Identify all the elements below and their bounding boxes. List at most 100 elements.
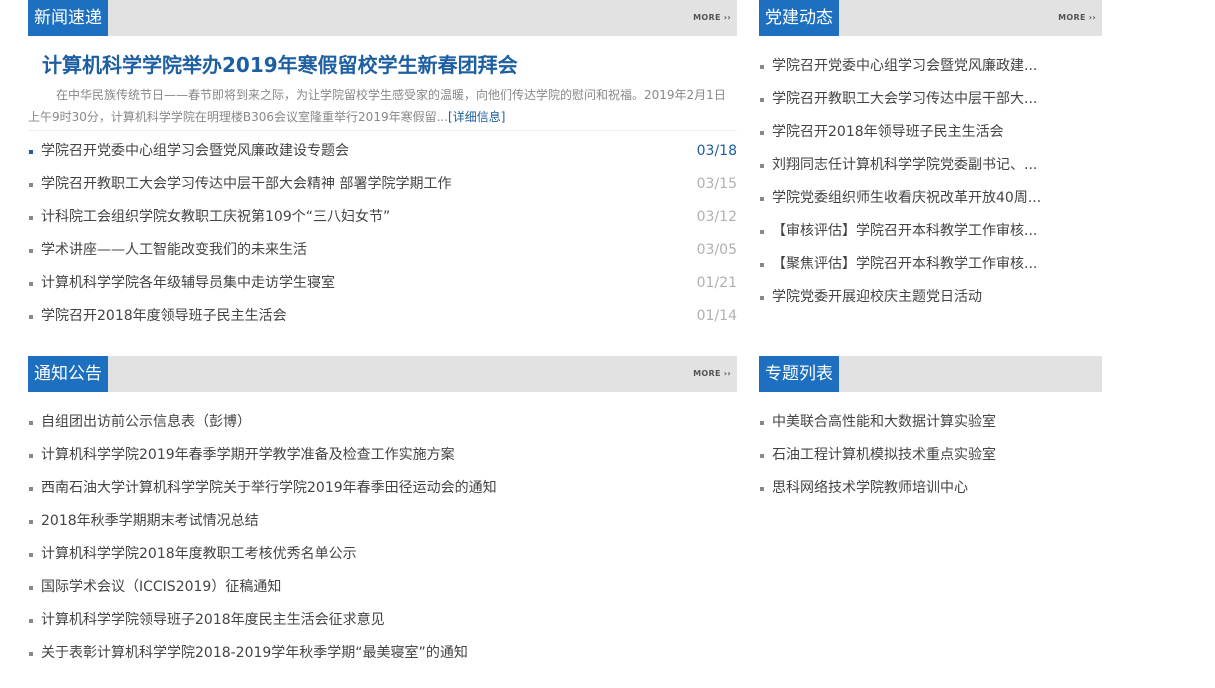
bullet-icon: [760, 263, 764, 267]
bullet-icon: [760, 131, 764, 135]
notice-more-link[interactable]: MORE ››: [693, 369, 731, 379]
list-item[interactable]: 刘翔同志任计算机科学学院党委副书记、...: [759, 149, 1102, 182]
news-panel-title[interactable]: 新闻速递: [28, 0, 108, 36]
list-item-date: 03/18: [696, 143, 737, 159]
bullet-icon: [760, 454, 764, 458]
list-item-title[interactable]: 学院召开党委中心组学习会暨党风廉政建设专题会: [41, 143, 349, 159]
news-list: 学院召开党委中心组学习会暨党风廉政建设专题会 03/18 学院召开教职工大会学习传…: [28, 135, 737, 333]
list-item-title[interactable]: 思科网络技术学院教师培训中心: [772, 480, 968, 496]
list-item[interactable]: 学院召开教职工大会学习传达中层干部大会精神 部署学院学期工作 03/15: [28, 168, 737, 201]
bullet-icon: [29, 553, 33, 557]
list-item[interactable]: 计算机科学学院领导班子2018年度民主生活会征求意见: [28, 604, 737, 637]
bullet-icon: [29, 315, 33, 319]
list-item[interactable]: 关于表彰计算机科学学院2018-2019学年秋季学期“最美寝室”的通知: [28, 637, 737, 670]
list-item-title[interactable]: 石油工程计算机模拟技术重点实验室: [772, 447, 996, 463]
bullet-icon: [29, 421, 33, 425]
bullet-icon: [29, 282, 33, 286]
bullet-icon: [760, 296, 764, 300]
topic-panel-header: 专题列表: [759, 356, 1102, 392]
list-item[interactable]: 计科院工会组织学院女教职工庆祝第109个“三八妇女节” 03/12: [28, 201, 737, 234]
list-item-date: 01/14: [696, 308, 737, 324]
list-item-title[interactable]: 学术讲座——人工智能改变我们的未来生活: [41, 242, 307, 258]
list-item-title[interactable]: 计算机科学学院领导班子2018年度民主生活会征求意见: [41, 612, 385, 628]
list-item[interactable]: 学院党委组织师生收看庆祝改革开放40周...: [759, 182, 1102, 215]
list-item-date: 03/12: [696, 209, 737, 225]
list-item[interactable]: 学院召开党委中心组学习会暨党风廉政建...: [759, 50, 1102, 83]
list-item-title[interactable]: 计科院工会组织学院女教职工庆祝第109个“三八妇女节”: [41, 209, 390, 225]
list-item[interactable]: 中美联合高性能和大数据计算实验室: [759, 406, 1102, 439]
notice-panel-title[interactable]: 通知公告: [28, 356, 108, 392]
party-more-link[interactable]: MORE ››: [1058, 13, 1096, 23]
list-item[interactable]: 学院召开党委中心组学习会暨党风廉政建设专题会 03/18: [28, 135, 737, 168]
list-item-title[interactable]: 学院党委组织师生收看庆祝改革开放40周...: [772, 190, 1041, 206]
news-summary: 在中华民族传统节日——春节即将到来之际，为让学院留校学生感受家的温暖，向他们传达…: [28, 84, 737, 131]
list-item[interactable]: 思科网络技术学院教师培训中心: [759, 472, 1102, 505]
list-item-title[interactable]: 国际学术会议（ICCIS2019）征稿通知: [41, 579, 281, 595]
topic-panel: 专题列表 中美联合高性能和大数据计算实验室 石油工程计算机模拟技术重点实验室 思…: [759, 356, 1102, 505]
list-item-title[interactable]: 学院召开2018年领导班子民主生活会: [772, 124, 1004, 140]
news-panel: 新闻速递 MORE ›› 计算机科学学院举办2019年寒假留校学生新春团拜会 在…: [28, 0, 737, 333]
bullet-icon: [29, 520, 33, 524]
bullet-icon: [29, 619, 33, 623]
bullet-icon: [29, 249, 33, 253]
list-item-title[interactable]: 学院党委开展迎校庆主题党日活动: [772, 289, 982, 305]
list-item-title[interactable]: 计算机科学学院2019年春季学期开学教学准备及检查工作实施方案: [41, 447, 455, 463]
list-item-title[interactable]: 2018年秋季学期期末考试情况总结: [41, 513, 259, 529]
list-item-date: 01/21: [696, 275, 737, 291]
list-item[interactable]: 【聚焦评估】学院召开本科教学工作审核...: [759, 248, 1102, 281]
news-headline-link[interactable]: 计算机科学学院举办2019年寒假留校学生新春团拜会: [42, 50, 737, 80]
notice-panel: 通知公告 MORE ›› 自组团出访前公示信息表（彭博） 计算机科学学院2019…: [28, 356, 737, 670]
list-item-title[interactable]: 学院召开党委中心组学习会暨党风廉政建...: [772, 58, 1037, 74]
bullet-icon: [29, 454, 33, 458]
list-item-title[interactable]: 【聚焦评估】学院召开本科教学工作审核...: [772, 256, 1037, 272]
list-item[interactable]: 学院党委开展迎校庆主题党日活动: [759, 281, 1102, 314]
list-item[interactable]: 计算机科学学院2018年度教职工考核优秀名单公示: [28, 538, 737, 571]
list-item-title[interactable]: 刘翔同志任计算机科学学院党委副书记、...: [772, 157, 1037, 173]
list-item[interactable]: 西南石油大学计算机科学学院关于举行学院2019年春季田径运动会的通知: [28, 472, 737, 505]
list-item-title[interactable]: 关于表彰计算机科学学院2018-2019学年秋季学期“最美寝室”的通知: [41, 645, 468, 661]
bullet-icon: [29, 150, 33, 154]
list-item-title[interactable]: 计算机科学学院2018年度教职工考核优秀名单公示: [41, 546, 357, 562]
news-panel-header: 新闻速递 MORE ››: [28, 0, 737, 36]
list-item-title[interactable]: 学院召开教职工大会学习传达中层干部大...: [772, 91, 1037, 107]
list-item-title[interactable]: 自组团出访前公示信息表（彭博）: [41, 414, 251, 430]
bullet-icon: [29, 183, 33, 187]
bullet-icon: [760, 197, 764, 201]
bullet-icon: [760, 65, 764, 69]
list-item[interactable]: 学院召开教职工大会学习传达中层干部大...: [759, 83, 1102, 116]
list-item[interactable]: 国际学术会议（ICCIS2019）征稿通知: [28, 571, 737, 604]
list-item[interactable]: 石油工程计算机模拟技术重点实验室: [759, 439, 1102, 472]
bullet-icon: [760, 487, 764, 491]
party-panel: 党建动态 MORE ›› 学院召开党委中心组学习会暨党风廉政建... 学院召开教…: [759, 0, 1102, 314]
party-list: 学院召开党委中心组学习会暨党风廉政建... 学院召开教职工大会学习传达中层干部大…: [759, 50, 1102, 314]
list-item-title[interactable]: 学院召开教职工大会学习传达中层干部大会精神 部署学院学期工作: [41, 176, 451, 192]
list-item[interactable]: 【审核评估】学院召开本科教学工作审核...: [759, 215, 1102, 248]
news-more-link[interactable]: MORE ››: [693, 13, 731, 23]
bullet-icon: [760, 230, 764, 234]
list-item[interactable]: 2018年秋季学期期末考试情况总结: [28, 505, 737, 538]
topic-list: 中美联合高性能和大数据计算实验室 石油工程计算机模拟技术重点实验室 思科网络技术…: [759, 406, 1102, 505]
bullet-icon: [760, 98, 764, 102]
news-detail-link[interactable]: [详细信息]: [448, 110, 505, 124]
list-item[interactable]: 学院召开2018年度领导班子民主生活会 01/14: [28, 300, 737, 333]
notice-panel-header: 通知公告 MORE ››: [28, 356, 737, 392]
list-item-title[interactable]: 学院召开2018年度领导班子民主生活会: [41, 308, 287, 324]
list-item[interactable]: 学院召开2018年领导班子民主生活会: [759, 116, 1102, 149]
news-summary-text: 在中华民族传统节日——春节即将到来之际，为让学院留校学生感受家的温暖，向他们传达…: [28, 88, 726, 124]
topic-panel-title[interactable]: 专题列表: [759, 356, 839, 392]
list-item-title[interactable]: 中美联合高性能和大数据计算实验室: [772, 414, 996, 430]
list-item-title[interactable]: 计算机科学学院各年级辅导员集中走访学生寝室: [41, 275, 335, 291]
list-item[interactable]: 计算机科学学院各年级辅导员集中走访学生寝室 01/21: [28, 267, 737, 300]
list-item-title[interactable]: 西南石油大学计算机科学学院关于举行学院2019年春季田径运动会的通知: [41, 480, 497, 496]
list-item[interactable]: 学术讲座——人工智能改变我们的未来生活 03/05: [28, 234, 737, 267]
list-item-date: 03/05: [696, 242, 737, 258]
bullet-icon: [760, 164, 764, 168]
party-panel-header: 党建动态 MORE ››: [759, 0, 1102, 36]
party-panel-title[interactable]: 党建动态: [759, 0, 839, 36]
bullet-icon: [29, 586, 33, 590]
bullet-icon: [29, 487, 33, 491]
bullet-icon: [760, 421, 764, 425]
list-item[interactable]: 计算机科学学院2019年春季学期开学教学准备及检查工作实施方案: [28, 439, 737, 472]
list-item-title[interactable]: 【审核评估】学院召开本科教学工作审核...: [772, 223, 1037, 239]
list-item[interactable]: 自组团出访前公示信息表（彭博）: [28, 406, 737, 439]
